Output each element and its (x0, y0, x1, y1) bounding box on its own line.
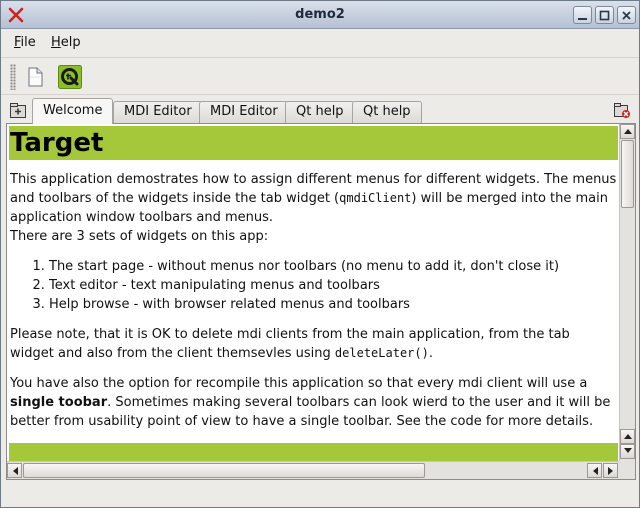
list-item: Help browse - with browser related menus… (49, 295, 619, 314)
toolbar-grip-handle[interactable] (10, 64, 16, 90)
qt-logo-button[interactable] (58, 65, 82, 89)
scroll-up-button[interactable] (620, 124, 635, 139)
welcome-page-frame: Target This application demostrates how … (6, 123, 636, 480)
new-document-button[interactable] (23, 65, 47, 89)
close-tab-corner-button[interactable] (613, 102, 631, 119)
note-text-1: Please note, that it is OK to delete mdi… (10, 327, 570, 361)
tab-mdi-editor-2[interactable]: MDI Editor (199, 101, 289, 123)
list-item: The start page - without menus nor toolb… (49, 257, 619, 276)
option-paragraph: You have also the option for recompile t… (10, 374, 617, 431)
tab-welcome[interactable]: Welcome (32, 98, 114, 124)
next-section-heading-bar (9, 443, 618, 461)
note-text-2: . (428, 346, 433, 361)
note-paragraph: Please note, that it is OK to delete mdi… (10, 325, 617, 363)
vertical-scroll-thumb[interactable] (621, 140, 634, 208)
tab-qt-help-1[interactable]: Qt help (285, 101, 355, 123)
page-heading: Target (9, 126, 618, 160)
horizontal-scrollbar[interactable] (7, 461, 619, 479)
sets-line: There are 3 sets of widgets on this app: (10, 229, 269, 244)
note-code: deleteLater() (334, 346, 429, 360)
vertical-scrollbar[interactable] (619, 124, 635, 461)
minimize-button[interactable] (573, 6, 592, 24)
welcome-document[interactable]: Target This application demostrates how … (7, 124, 619, 461)
menu-help-label: elp (60, 35, 81, 50)
close-icon (622, 11, 631, 20)
toolbar (1, 57, 639, 95)
scroll-up-button-lower[interactable] (620, 429, 635, 444)
tab-mdi-editor-1[interactable]: MDI Editor (113, 101, 203, 123)
option-bold-text: single toobar (10, 395, 108, 410)
intro-paragraph: This application demostrates how to assi… (10, 170, 617, 227)
scroll-corner (619, 461, 635, 479)
arrow-left-icon (592, 467, 598, 475)
arrow-up-icon (623, 129, 632, 134)
tab-bar: Welcome MDI Editor MDI Editor Qt help Qt… (1, 97, 639, 124)
qt-logo-icon (58, 65, 82, 89)
title-bar[interactable]: demo2 (1, 1, 639, 29)
close-tab-icon (614, 103, 630, 118)
scroll-right-button[interactable] (603, 463, 618, 478)
option-text-1: You have also the option for recompile t… (10, 376, 588, 391)
menu-file-label: ile (20, 35, 36, 50)
widget-sets-list: The start page - without menus nor toolb… (9, 257, 619, 314)
new-document-icon (28, 67, 43, 87)
scroll-down-button[interactable] (620, 444, 635, 459)
arrow-down-icon (623, 448, 632, 453)
new-tab-corner-button[interactable] (9, 102, 27, 119)
window-title: demo2 (295, 7, 345, 22)
close-button[interactable] (617, 6, 636, 24)
status-bar (1, 483, 639, 507)
menu-bar: File Help (1, 30, 639, 56)
intro-code: qmdiClient (339, 191, 412, 205)
arrow-left-icon (12, 467, 18, 475)
main-window: demo2 File Help Welcome MDI Editor MDI E… (0, 0, 640, 508)
scroll-left-button-right[interactable] (587, 463, 602, 478)
horizontal-scroll-thumb[interactable] (23, 463, 425, 478)
tab-qt-help-2[interactable]: Qt help (352, 101, 422, 123)
menu-help-mnemonic: H (51, 35, 61, 50)
new-tab-icon (10, 103, 26, 118)
list-item: Text editor - text manipulating menus an… (49, 276, 619, 295)
menu-file[interactable]: File (14, 35, 36, 50)
menu-help[interactable]: Help (51, 35, 81, 50)
maximize-icon (599, 10, 610, 21)
scroll-left-button[interactable] (7, 463, 22, 478)
minimize-icon (578, 18, 587, 20)
arrow-right-icon (607, 467, 613, 475)
maximize-button[interactable] (595, 6, 614, 24)
arrow-up-icon (623, 434, 632, 439)
